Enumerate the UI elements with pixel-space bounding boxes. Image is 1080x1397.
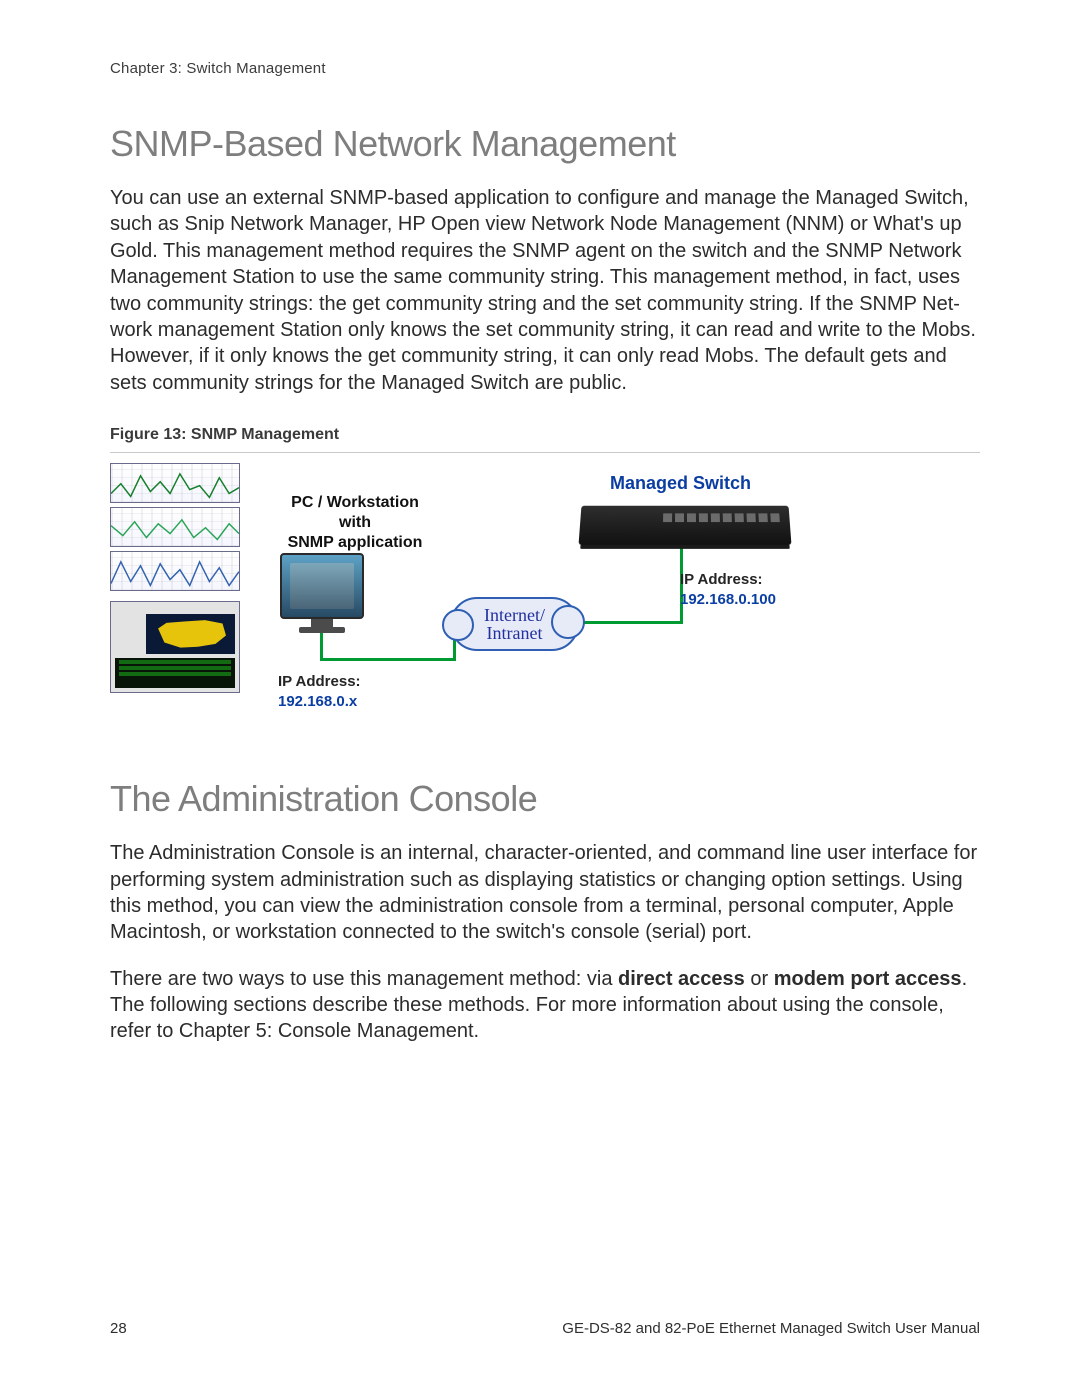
managed-switch-title: Managed Switch [610,473,751,494]
pc-workstation-label: PC / Workstation with SNMP application [260,493,450,553]
pc-ip-value: 192.168.0.x [278,693,357,710]
workstation-icon [280,553,364,633]
section-admin-title: The Administration Console [110,778,980,820]
network-link [320,633,323,658]
chart-thumbnail [110,507,240,547]
p2-part-a: There are two ways to use this managemen… [110,968,618,990]
term-modem-port-access: modem port access [774,968,962,990]
section-admin-paragraph1: The Administration Console is an interna… [110,840,980,946]
chapter-header: Chapter 3: Switch Management [110,60,980,77]
chart-thumbnail [110,551,240,591]
switch-ip-value: 192.168.0.100 [680,591,776,608]
section-admin-paragraph2: There are two ways to use this managemen… [110,966,980,1045]
section-snmp-title: SNMP-Based Network Management [110,123,980,165]
nms-map-thumbnail [110,601,240,693]
section-snmp-paragraph: You can use an external SNMP-based appli… [110,185,980,396]
manual-title: GE-DS-82 and 82-PoE Ethernet Managed Swi… [562,1320,980,1337]
page-footer: 28 GE-DS-82 and 82-PoE Ethernet Managed … [110,1320,980,1337]
term-direct-access: direct access [618,968,745,990]
cloud-label-line2: Intranet [487,623,543,643]
snmp-charts-thumbnail [110,463,240,693]
network-link [572,621,682,624]
document-page: Chapter 3: Switch Management SNMP-Based … [0,0,1080,1397]
pc-ip-label: IP Address: [278,673,361,690]
pc-label-line1: PC / Workstation [260,493,450,513]
figure-snmp-management: PC / Workstation with SNMP application I… [110,463,980,728]
page-number: 28 [110,1320,127,1337]
managed-switch-icon [579,506,792,545]
network-link [320,658,455,661]
switch-ip-label: IP Address: [680,571,763,588]
pc-label-line3: SNMP application [260,533,450,553]
chart-thumbnail [110,463,240,503]
pc-label-line2: with [260,513,450,533]
internet-cloud-icon: Internet/ Intranet [450,597,579,651]
cloud-label-line1: Internet/ [484,605,545,625]
p2-part-c: or [745,968,774,990]
figure-caption: Figure 13: SNMP Management [110,426,980,453]
